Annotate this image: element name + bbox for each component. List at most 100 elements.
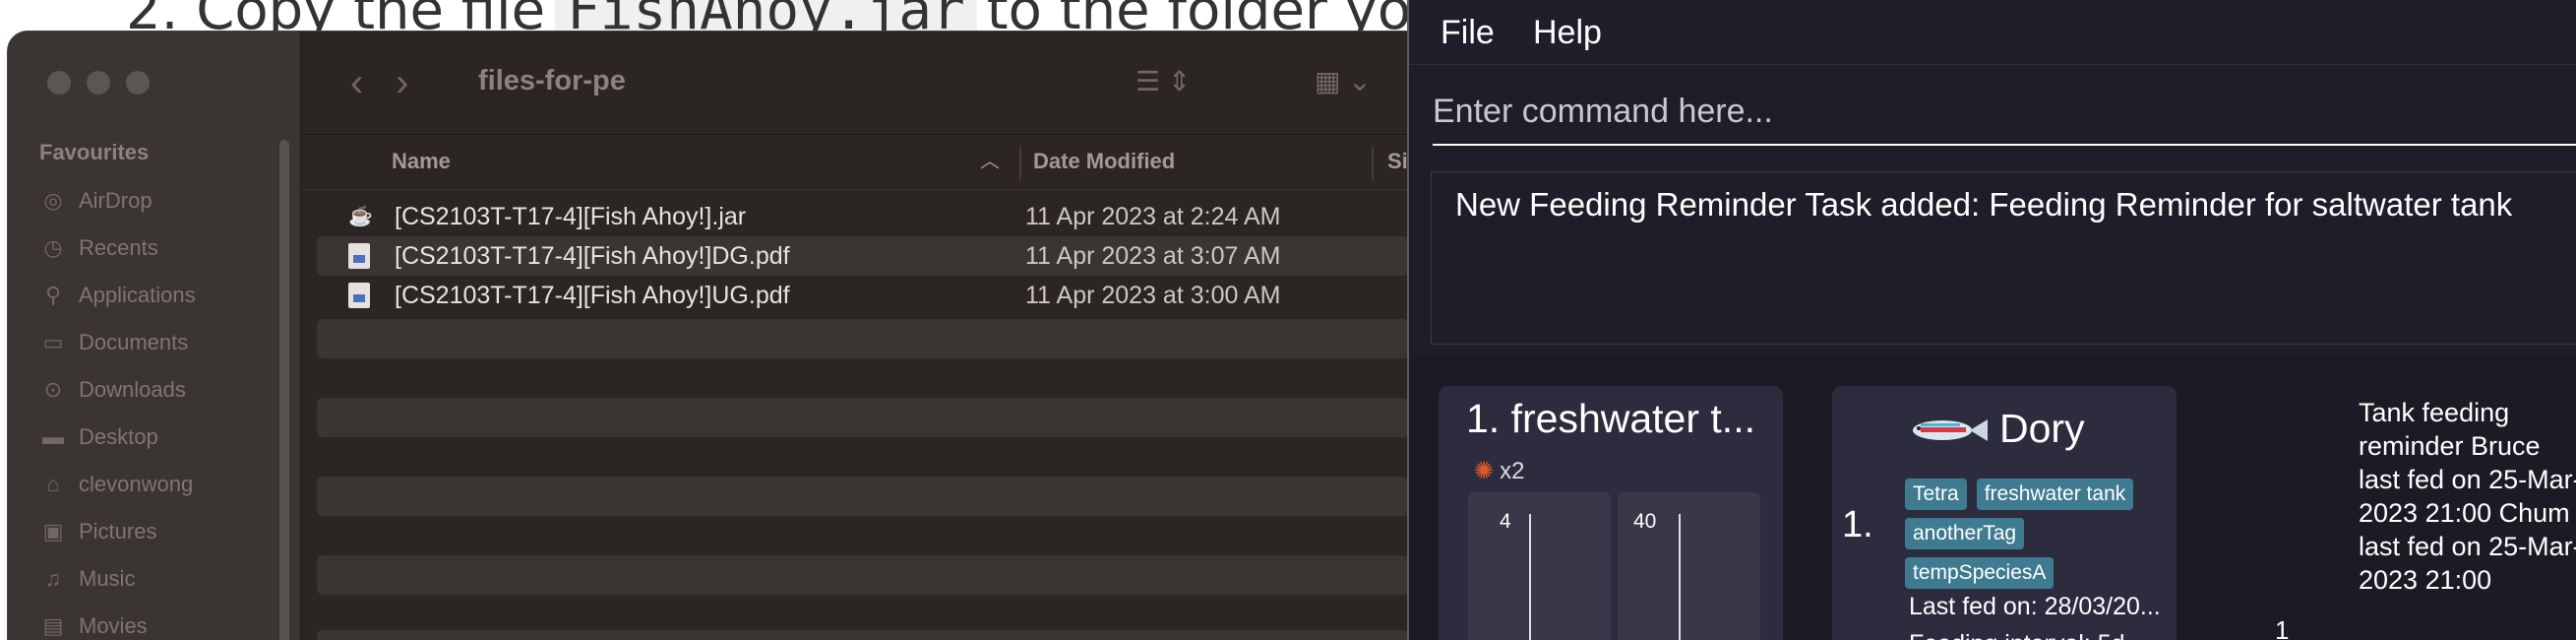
tank-title: 1. freshwater t... <box>1466 396 1755 442</box>
file-row[interactable]: [CS2103T-T17-4][Fish Ahoy!]UG.pdf 11 Apr… <box>317 276 1409 315</box>
sidebar-item-music[interactable]: ♫ Music <box>39 555 285 603</box>
empty-row-stripe <box>317 398 1409 437</box>
fish-tag: freshwater tank <box>1976 479 2134 510</box>
sort-ascending-icon[interactable]: ︿ <box>980 145 1000 173</box>
column-date-modified[interactable]: Date Modified <box>1033 149 1175 174</box>
back-icon[interactable]: ‹ <box>350 61 363 105</box>
list-view-icon[interactable]: ☰ ⇕ <box>1135 65 1191 97</box>
fish-count-label: x2 <box>1500 458 1525 484</box>
pdf-file-icon <box>348 243 370 269</box>
sidebar-item-label: clevonwong <box>79 472 194 496</box>
window-controls <box>47 71 150 95</box>
pdf-file-icon <box>348 283 370 308</box>
sidebar-item-movies[interactable]: ▤ Movies <box>39 603 285 640</box>
sidebar-item-label: Applications <box>79 283 196 307</box>
file-name: [CS2103T-T17-4][Fish Ahoy!].jar <box>395 202 747 230</box>
graph-y-axis <box>1529 514 1531 640</box>
sidebar-item-recents[interactable]: ◷ Recents <box>39 224 285 272</box>
forward-icon[interactable]: › <box>396 61 408 105</box>
file-row[interactable]: ☕ [CS2103T-T17-4][Fish Ahoy!].jar 11 Apr… <box>317 197 1409 236</box>
menu-bar: File Help <box>1409 0 2576 65</box>
file-date: 11 Apr 2023 at 3:07 AM <box>1025 241 1281 270</box>
fish-ahoy-window: File Help New Feeding Reminder Task adde… <box>1407 0 2576 640</box>
tank-fish-count: ✺ x2 <box>1474 457 1524 485</box>
document-icon: ▭ <box>42 330 64 354</box>
column-header: Name ︿ Date Modified Siz <box>301 135 1415 190</box>
column-name[interactable]: Name <box>392 149 451 174</box>
tank-name: freshwater t... <box>1510 396 1755 441</box>
jar-file-icon: ☕ <box>348 206 373 227</box>
minimize-window-button[interactable] <box>87 71 110 95</box>
result-text: New Feeding Reminder Task added: Feeding… <box>1455 186 2513 223</box>
group-view-icon[interactable]: ▦ ⌄ <box>1315 65 1372 97</box>
applications-icon: ⚲ <box>44 283 62 307</box>
sidebar-item-label: AirDrop <box>79 188 153 213</box>
sidebar-item-applications[interactable]: ⚲ Applications <box>39 272 285 319</box>
reminder-index: 1 <box>2275 615 2290 640</box>
fish-tag: anotherTag <box>1905 518 2025 549</box>
fish-name: Dory <box>1999 406 2085 451</box>
finder-toolbar: ‹ › files-for-pe ☰ ⇕ ▦ ⌄ <box>301 32 1415 135</box>
clock-icon: ◷ <box>43 235 63 260</box>
file-date: 11 Apr 2023 at 2:24 AM <box>1025 202 1281 230</box>
fish-tags: Tetra freshwater tank anotherTag tempSpe… <box>1905 479 2180 589</box>
file-list: ☕ [CS2103T-T17-4][Fish Ahoy!].jar 11 Apr… <box>317 197 1409 315</box>
file-name: [CS2103T-T17-4][Fish Ahoy!]DG.pdf <box>395 241 790 270</box>
fish-image-icon <box>1913 419 1988 441</box>
fish-tag: Tetra <box>1905 479 1967 510</box>
zoom-window-button[interactable] <box>126 71 150 95</box>
sidebar-scrollbar[interactable] <box>279 140 289 640</box>
sidebar-item-home[interactable]: ⌂ clevonwong <box>39 461 285 508</box>
command-box <box>1433 79 2576 146</box>
finder-sidebar: Favourites ◎ AirDrop ◷ Recents ⚲ Applicatio… <box>8 32 301 640</box>
sidebar-item-label: Pictures <box>79 519 157 544</box>
sidebar-item-documents[interactable]: ▭ Documents <box>39 319 285 366</box>
sidebar-item-label: Music <box>79 566 136 591</box>
close-window-button[interactable] <box>47 71 71 95</box>
sidebar-list: ◎ AirDrop ◷ Recents ⚲ Applications ▭ Documen… <box>39 177 285 640</box>
movies-icon: ▤ <box>42 613 64 638</box>
sidebar-item-label: Movies <box>79 613 148 638</box>
sidebar-heading: Favourites <box>39 140 150 164</box>
reminder-item[interactable]: Tank feeding reminder Bruce last fed on … <box>2359 396 2576 597</box>
column-separator[interactable] <box>1372 147 1374 180</box>
fish-last-fed: Last fed on: 28/03/20... <box>1909 593 2161 620</box>
sidebar-item-desktop[interactable]: ▬ Desktop <box>39 414 285 461</box>
airdrop-icon: ◎ <box>43 188 63 213</box>
sidebar-item-label: Recents <box>79 235 158 260</box>
result-display: New Feeding Reminder Task added: Feeding… <box>1431 171 2576 345</box>
fish-tag: tempSpeciesA <box>1905 557 2055 589</box>
sidebar-item-pictures[interactable]: ▣ Pictures <box>39 508 285 555</box>
home-icon: ⌂ <box>46 472 60 496</box>
empty-row-stripe <box>317 477 1409 516</box>
graph-y-max: 4 <box>1500 510 1511 533</box>
pictures-icon: ▣ <box>42 519 64 544</box>
command-input[interactable] <box>1433 79 2576 144</box>
fish-icon: ✺ <box>1474 458 1495 484</box>
temperature-graph: 40 10 <box>1618 492 1760 640</box>
menu-file[interactable]: File <box>1441 14 1495 52</box>
graph-y-max: 40 <box>1633 510 1657 533</box>
file-row[interactable]: [CS2103T-T17-4][Fish Ahoy!]DG.pdf 11 Apr… <box>317 236 1409 276</box>
column-separator[interactable] <box>1019 147 1021 180</box>
music-icon: ♫ <box>44 566 62 591</box>
file-date: 11 Apr 2023 at 3:00 AM <box>1025 281 1281 309</box>
sidebar-item-downloads[interactable]: ⊙ Downloads <box>39 366 285 414</box>
folder-title: files-for-pe <box>478 65 626 96</box>
fish-index: 1. <box>1842 504 1873 545</box>
tank-index: 1. <box>1466 396 1501 441</box>
download-icon: ⊙ <box>43 377 63 402</box>
empty-row-stripe <box>317 555 1409 595</box>
menu-help[interactable]: Help <box>1533 14 1602 52</box>
tank-card[interactable]: 1. freshwater t... ✺x2 4 0 40 10 <box>1439 386 1783 640</box>
desktop-icon: ▬ <box>42 424 64 449</box>
sidebar-item-label: Desktop <box>79 424 158 449</box>
fish-feeding-interval: Feeding interval: 5d... <box>1909 630 2145 640</box>
ammonia-graph: 4 0 <box>1468 492 1611 640</box>
file-name: [CS2103T-T17-4][Fish Ahoy!]UG.pdf <box>395 281 790 309</box>
empty-row-stripe <box>317 319 1409 358</box>
sidebar-item-airdrop[interactable]: ◎ AirDrop <box>39 177 285 224</box>
panels-area: 1. freshwater t... ✺x2 4 0 40 10 1. <box>1409 354 2576 640</box>
sidebar-item-label: Documents <box>79 330 189 354</box>
fish-card[interactable]: 1. Dory Tetra freshwater tank anotherTag… <box>1832 386 2177 640</box>
